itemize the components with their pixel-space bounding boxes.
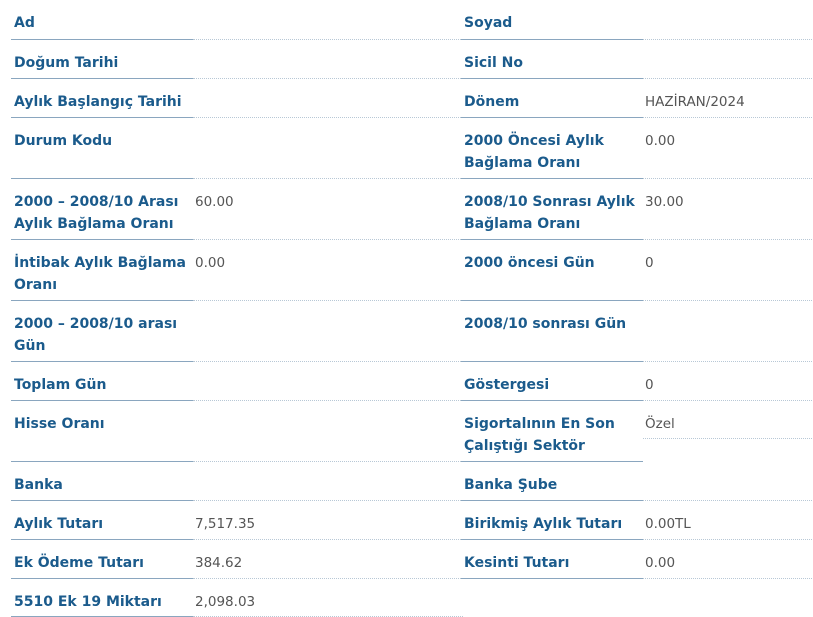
- field-value-2008-10-sonrasi-aylik-baglama-orani: 30.00: [643, 179, 813, 240]
- field-value-2008-10-sonrasi-gun: [643, 301, 813, 362]
- field-value-i-ntibak-aylik-baglama-orani: 0.00: [193, 240, 463, 301]
- field-label-durum-kodu: Durum Kodu: [11, 118, 193, 179]
- field-value-sicil-no: [643, 40, 813, 79]
- field-value-gostergesi: 0: [643, 362, 813, 401]
- field-value-2000-oncesi-gun: 0: [643, 240, 813, 301]
- field-value-durum-kodu: [193, 118, 463, 179]
- field-label-2008-10-sonrasi-gun: 2008/10 sonrası Gün: [461, 301, 643, 362]
- field-value-banka: [193, 462, 463, 501]
- field-label-kesinti-tutari: Kesinti Tutarı: [461, 540, 643, 579]
- field-label-2000-oncesi-gun: 2000 öncesi Gün: [461, 240, 643, 301]
- field-label-ek-odeme-tutari: Ek Ödeme Tutarı: [11, 540, 193, 579]
- field-label-ad: Ad: [11, 0, 193, 40]
- field-value-sigortalinin-en-son-calistigi-sektor: Özel: [643, 401, 813, 439]
- field-value-soyad: [643, 0, 813, 40]
- field-value-banka-sube: [643, 462, 813, 501]
- field-value-2000-2008-10-arasi-aylik-baglama-orani: 60.00: [193, 179, 463, 240]
- field-label-5510-ek-19-miktari: 5510 Ek 19 Miktarı: [11, 579, 193, 617]
- field-label-2000-oncesi-aylik-baglama-orani: 2000 Öncesi Aylık Bağlama Oranı: [461, 118, 643, 179]
- field-label-2000-2008-10-arasi-aylik-baglama-orani: 2000 – 2008/10 Arası Aylık Bağlama Oranı: [11, 179, 193, 240]
- field-value-donem: HAZİRAN/2024: [643, 79, 813, 118]
- field-value-birikmis-aylik-tutari: 0.00TL: [643, 501, 813, 540]
- field-label-i-ntibak-aylik-baglama-orani: İntibak Aylık Bağlama Oranı: [11, 240, 193, 301]
- field-label-donem: Dönem: [461, 79, 643, 118]
- field-label-toplam-gun: Toplam Gün: [11, 362, 193, 401]
- field-label-banka: Banka: [11, 462, 193, 501]
- field-value-ek-odeme-tutari: 384.62: [193, 540, 463, 579]
- field-value-2000-oncesi-aylik-baglama-orani: 0.00: [643, 118, 813, 179]
- field-label-soyad: Soyad: [461, 0, 643, 40]
- field-label-hisse-orani: Hisse Oranı: [11, 401, 193, 462]
- field-label-2000-2008-10-arasi-gun: 2000 – 2008/10 arası Gün: [11, 301, 193, 362]
- field-value-5510-ek-19-miktari: 2,098.03: [193, 579, 463, 617]
- field-label-2008-10-sonrasi-aylik-baglama-orani: 2008/10 Sonrası Aylık Bağlama Oranı: [461, 179, 643, 240]
- field-label-aylik-baslangic-tarihi: Aylık Başlangıç Tarihi: [11, 79, 193, 118]
- field-value-ad: [193, 0, 463, 40]
- field-value-dogum-tarihi: [193, 40, 463, 79]
- field-label-banka-sube: Banka Şube: [461, 462, 643, 501]
- field-value-toplam-gun: [193, 362, 463, 401]
- field-value-hisse-orani: [193, 401, 463, 462]
- field-label-sicil-no: Sicil No: [461, 40, 643, 79]
- field-value-kesinti-tutari: 0.00: [643, 540, 813, 579]
- field-label-sigortalinin-en-son-calistigi-sektor: Sigortalının En Son Çalıştığı Sektör: [461, 401, 643, 462]
- field-value-aylik-tutari: 7,517.35: [193, 501, 463, 540]
- field-value-2000-2008-10-arasi-gun: [193, 301, 463, 362]
- field-value-aylik-baslangic-tarihi: [193, 79, 463, 118]
- field-label-aylik-tutari: Aylık Tutarı: [11, 501, 193, 540]
- field-label-gostergesi: Göstergesi: [461, 362, 643, 401]
- field-label-dogum-tarihi: Doğum Tarihi: [11, 40, 193, 79]
- field-label-birikmis-aylik-tutari: Birikmiş Aylık Tutarı: [461, 501, 643, 540]
